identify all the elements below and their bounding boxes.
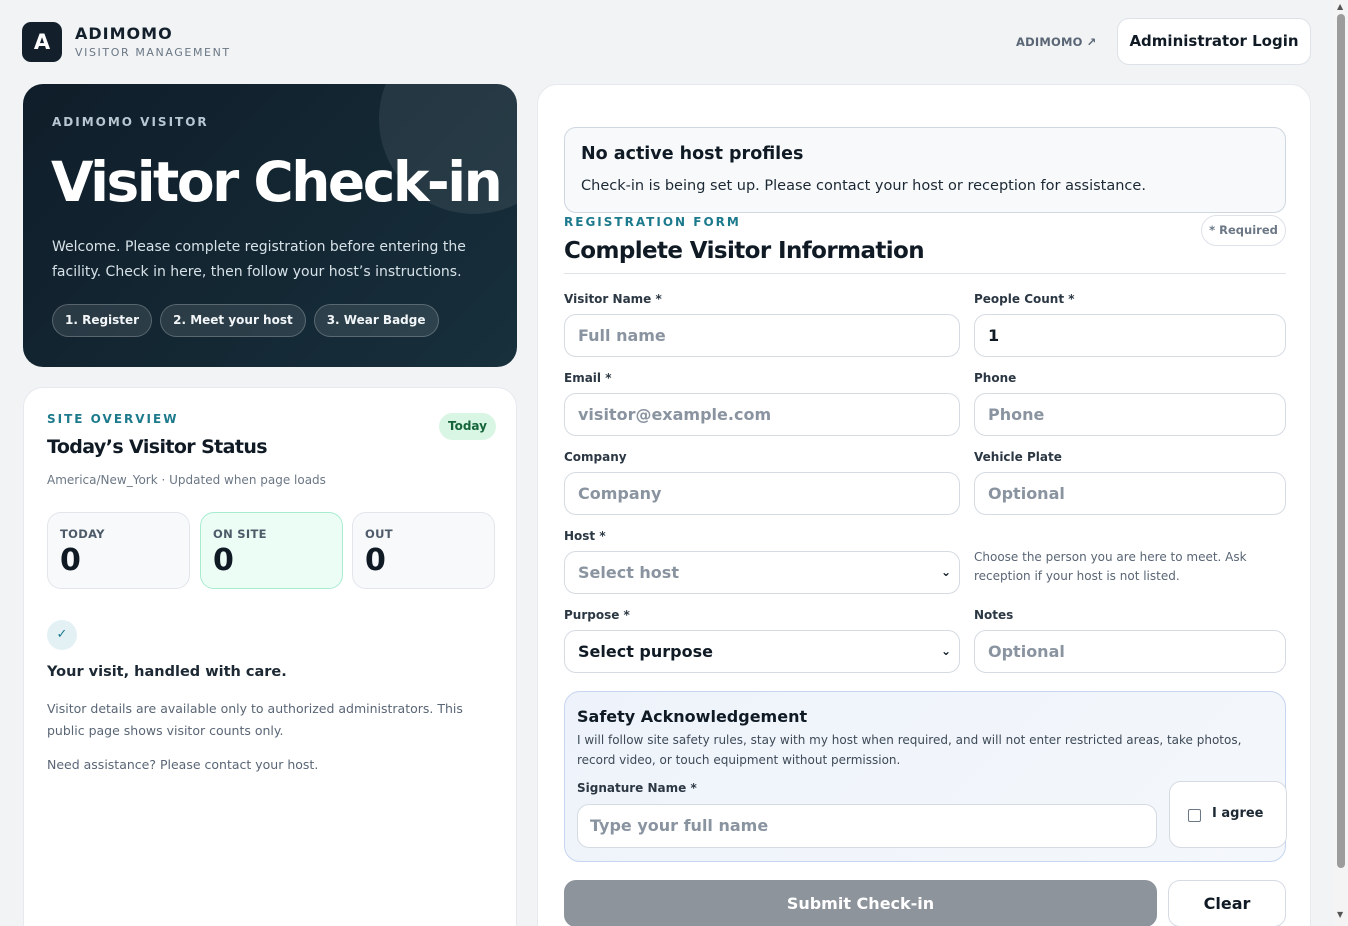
stat-value: 0 xyxy=(365,543,386,578)
today-badge: Today xyxy=(439,413,496,440)
stat-on-site: ON SITE 0 xyxy=(200,512,343,589)
required-pill: * Required xyxy=(1201,215,1286,246)
host-notice: No active host profiles Check-in is bein… xyxy=(564,127,1286,213)
divider xyxy=(564,273,1286,274)
overview-meta: America/New_York · Updated when page loa… xyxy=(47,473,326,487)
company-input[interactable]: Company xyxy=(564,472,960,515)
stat-value: 0 xyxy=(213,543,234,578)
phone-input[interactable]: Phone xyxy=(974,393,1286,436)
stat-value: 0 xyxy=(60,543,81,578)
host-label: Host * xyxy=(564,529,606,543)
stat-today: TODAY 0 xyxy=(47,512,190,589)
safety-title: Safety Acknowledgement xyxy=(577,707,808,726)
chevron-down-icon: ⌄ xyxy=(940,644,951,658)
notice-title: No active host profiles xyxy=(581,144,804,164)
submit-check-in-button[interactable]: Submit Check-in xyxy=(564,880,1157,926)
steps-list: 1. Register 2. Meet your host 3. Wear Ba… xyxy=(52,304,439,337)
scroll-down-icon[interactable]: ▼ xyxy=(1337,910,1343,919)
stat-out: OUT 0 xyxy=(352,512,495,589)
page-title: Visitor Check-in xyxy=(51,150,503,214)
care-text: Visitor details are available only to au… xyxy=(47,701,463,738)
care-title: Your visit, handled with care. xyxy=(47,664,287,680)
vehicle-plate-label: Vehicle Plate xyxy=(974,450,1062,464)
assist-text: Need assistance? Please contact your hos… xyxy=(47,757,319,772)
safety-acknowledgement: Safety Acknowledgement I will follow sit… xyxy=(564,691,1287,862)
host-select[interactable]: Select host ⌄ xyxy=(564,551,960,594)
people-count-input[interactable]: 1 xyxy=(974,314,1286,357)
purpose-label: Purpose * xyxy=(564,608,630,622)
notes-input[interactable]: Optional xyxy=(974,630,1286,673)
form-eyebrow: REGISTRATION FORM xyxy=(564,215,741,229)
external-link[interactable]: ADIMOMO ↗ xyxy=(1016,35,1097,49)
people-count-label: People Count * xyxy=(974,292,1075,306)
scroll-up-icon[interactable]: ▲ xyxy=(1337,2,1343,11)
stat-label: OUT xyxy=(365,527,393,541)
email-input[interactable]: visitor@example.com xyxy=(564,393,960,436)
agree-toggle[interactable]: I agree xyxy=(1169,781,1287,848)
brand-subtitle: VISITOR MANAGEMENT xyxy=(75,46,231,59)
hero-eyebrow: ADIMOMO VISITOR xyxy=(52,115,209,129)
safety-text: I will follow site safety rules, stay wi… xyxy=(577,733,1242,767)
company-label: Company xyxy=(564,450,627,464)
notice-text: Check-in is being set up. Please contact… xyxy=(581,178,1146,194)
agree-checkbox[interactable] xyxy=(1188,809,1201,822)
overview-title: Today’s Visitor Status xyxy=(47,436,268,458)
scrollbar-thumb[interactable] xyxy=(1337,14,1345,868)
host-help-text: Choose the person you are here to meet. … xyxy=(974,550,1247,583)
notes-label: Notes xyxy=(974,608,1014,622)
top-bar: A ADIMOMO VISITOR MANAGEMENT ADIMOMO ↗ A… xyxy=(0,0,1334,84)
overview-eyebrow: SITE OVERVIEW xyxy=(47,412,179,426)
stat-label: TODAY xyxy=(60,527,105,541)
chevron-down-icon: ⌄ xyxy=(940,565,951,579)
email-label: Email * xyxy=(564,371,612,385)
host-select-value: Select host xyxy=(578,563,679,582)
clear-button[interactable]: Clear xyxy=(1168,880,1286,926)
checkmark-icon: ✓ xyxy=(47,620,77,650)
purpose-select-value: Select purpose xyxy=(578,642,713,661)
step-chip-wear-badge: 3. Wear Badge xyxy=(313,304,439,337)
brand-name: ADIMOMO xyxy=(75,24,173,43)
hero-card: ADIMOMO VISITOR Visitor Check-in Welcome… xyxy=(23,84,517,367)
step-chip-meet-host: 2. Meet your host xyxy=(160,304,306,337)
site-overview-card: SITE OVERVIEW Today’s Visitor Status Tod… xyxy=(23,387,517,926)
vehicle-plate-input[interactable]: Optional xyxy=(974,472,1286,515)
hero-description: Welcome. Please complete registration be… xyxy=(52,239,466,280)
phone-label: Phone xyxy=(974,371,1017,385)
logo-icon[interactable]: A xyxy=(22,22,62,62)
stat-label: ON SITE xyxy=(213,527,267,541)
signature-label: Signature Name * xyxy=(577,781,697,795)
signature-input[interactable]: Type your full name xyxy=(577,804,1157,848)
visitor-name-label: Visitor Name * xyxy=(564,292,662,306)
step-chip-register: 1. Register xyxy=(52,304,153,337)
purpose-select[interactable]: Select purpose ⌄ xyxy=(564,630,960,673)
visitor-name-input[interactable]: Full name xyxy=(564,314,960,357)
form-title: Complete Visitor Information xyxy=(564,238,925,264)
scrollbar[interactable]: ▲ ▼ xyxy=(1334,0,1348,926)
agree-label[interactable]: I agree xyxy=(1212,806,1264,821)
administrator-login-button[interactable]: Administrator Login xyxy=(1117,18,1311,65)
registration-form-card: No active host profiles Check-in is bein… xyxy=(537,84,1311,926)
